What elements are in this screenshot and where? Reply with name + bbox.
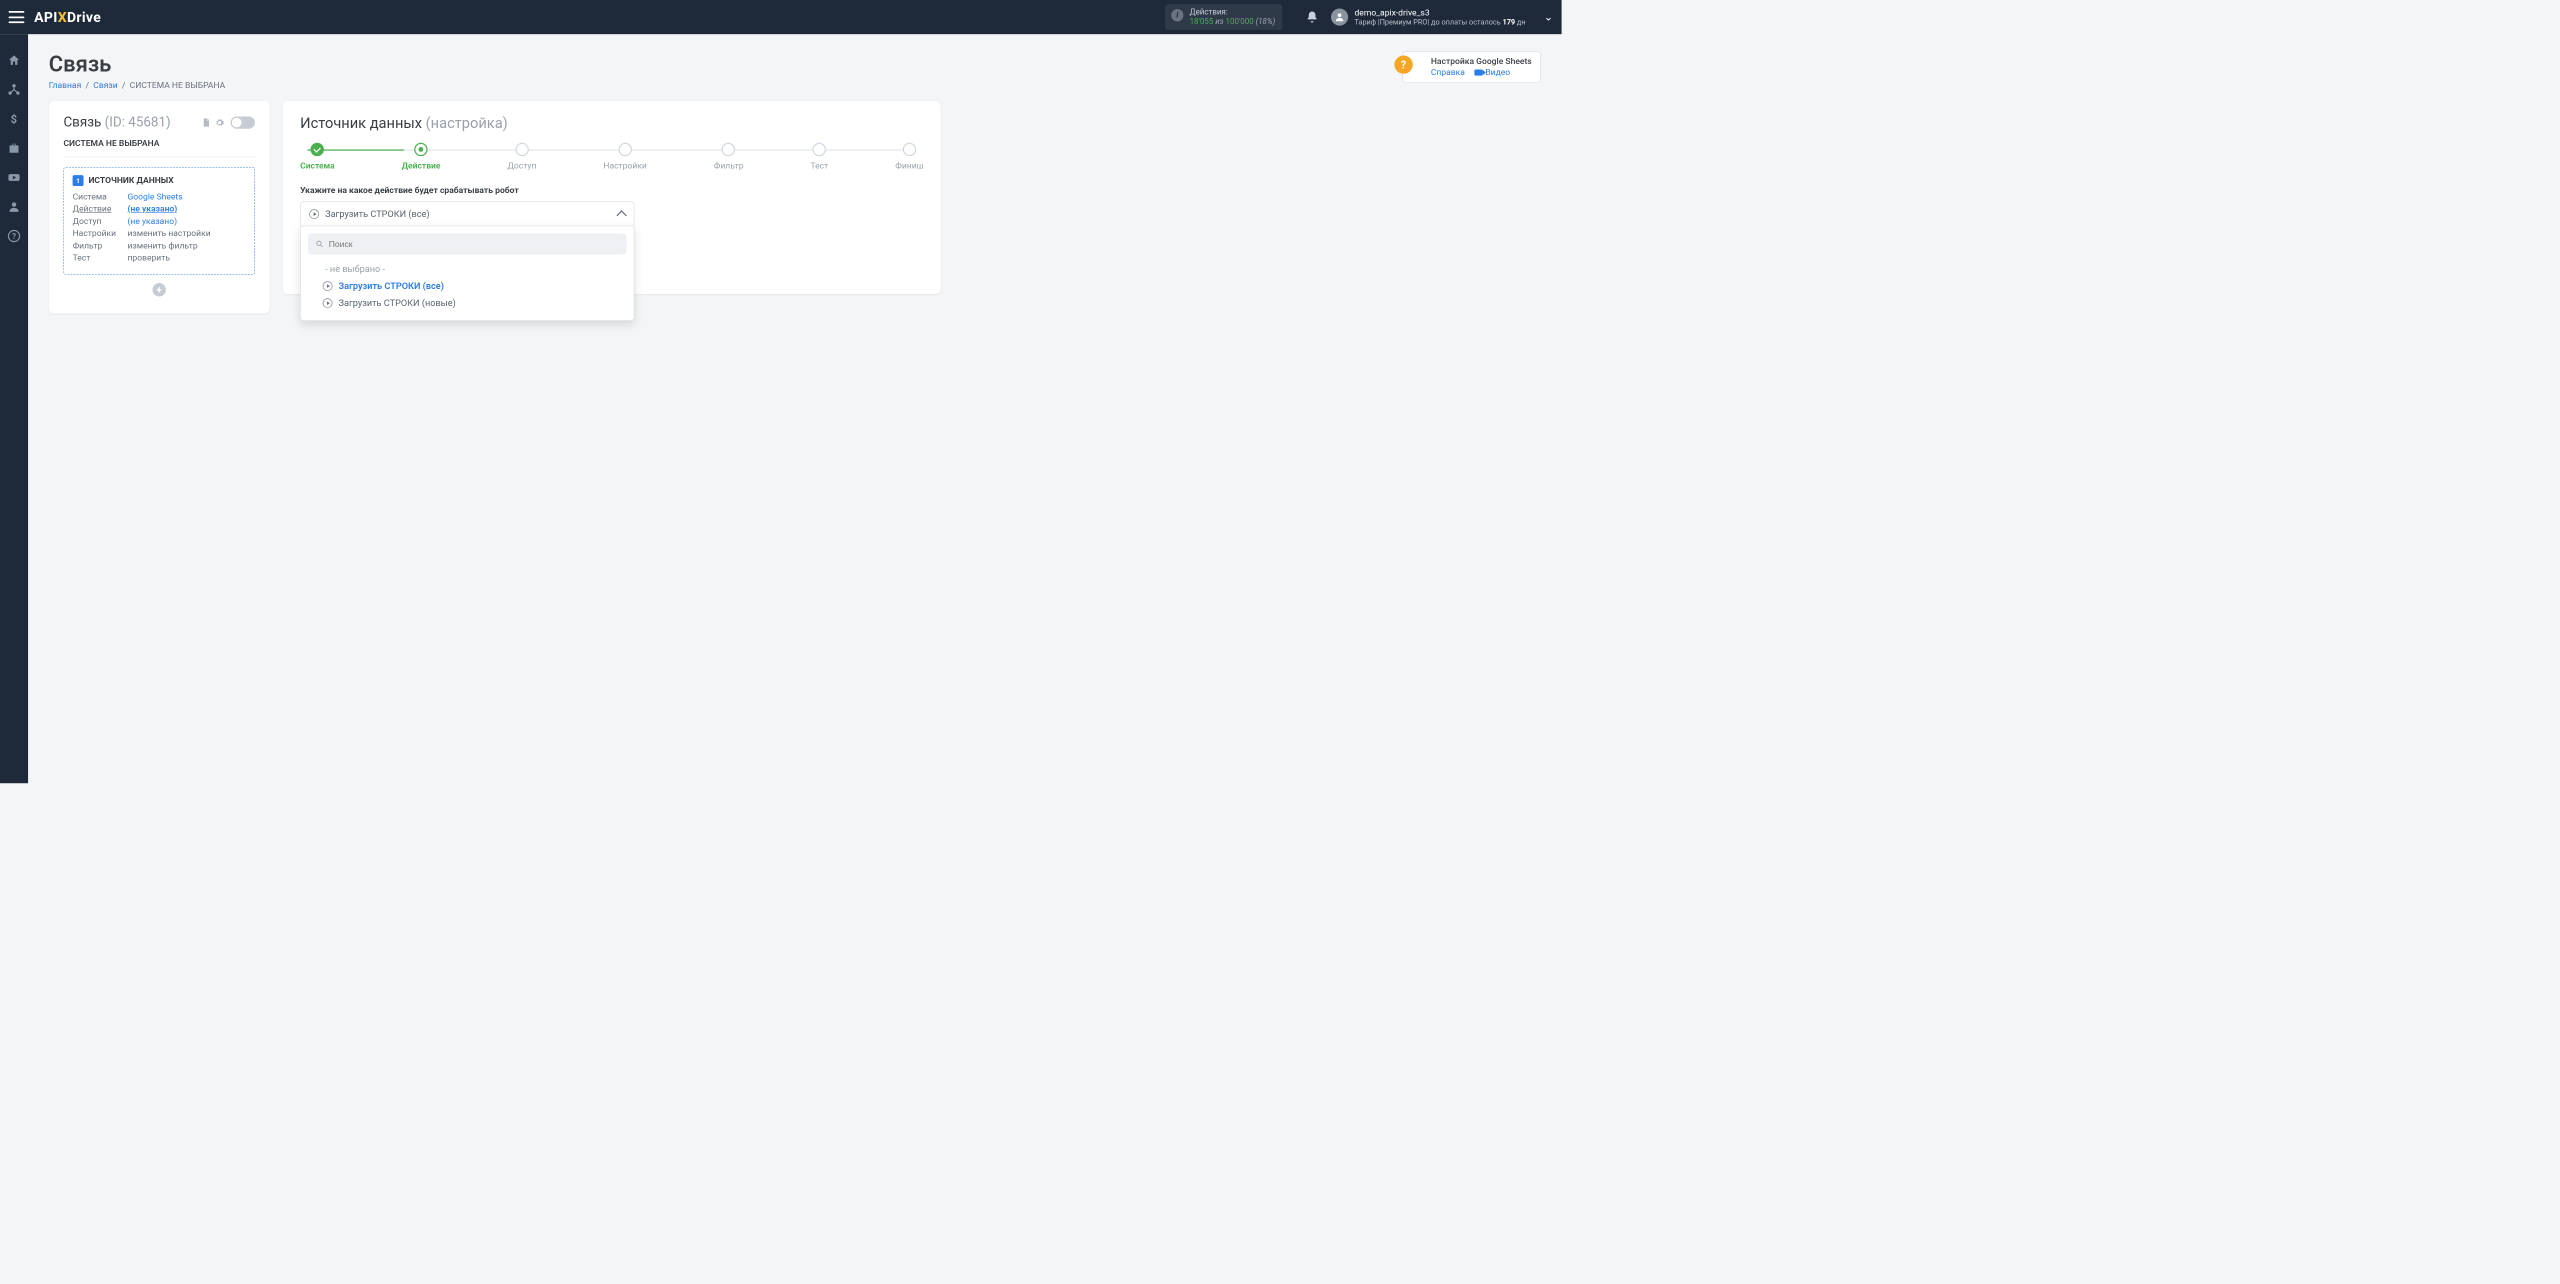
search-icon	[315, 240, 324, 249]
dollar-icon[interactable]: $	[7, 112, 20, 125]
chevron-up-icon	[616, 210, 626, 220]
row-access-k: Доступ	[73, 217, 128, 227]
breadcrumb: Главная / Связи / СИСТЕМА НЕ ВЫБРАНА	[49, 81, 225, 91]
help-video-link[interactable]: Видео	[1474, 68, 1510, 78]
video-icon	[1474, 70, 1483, 76]
connection-title: Связь (ID: 45681)	[63, 115, 170, 130]
action-dropdown: - не выбрано - Загрузить СТРОКИ (все) За…	[300, 226, 634, 321]
dropdown-search[interactable]	[308, 234, 626, 255]
help-icon[interactable]: ?	[7, 229, 20, 242]
youtube-icon[interactable]	[7, 171, 20, 184]
option-empty[interactable]: - не выбрано -	[308, 260, 626, 277]
row-system-v[interactable]: Google Sheets	[127, 192, 182, 202]
source-box: 1 ИСТОЧНИК ДАННЫХ СистемаGoogle Sheets Де…	[63, 167, 255, 274]
user-icon[interactable]	[7, 200, 20, 213]
row-settings-v[interactable]: изменить настройки	[127, 229, 210, 239]
row-system-k: Система	[73, 192, 128, 202]
home-icon[interactable]	[7, 54, 20, 67]
svg-text:?: ?	[12, 232, 16, 241]
add-button[interactable]: +	[153, 283, 166, 296]
step-finish[interactable]: Финиш	[895, 143, 923, 171]
breadcrumb-current: СИСТЕМА НЕ ВЫБРАНА	[130, 81, 226, 91]
chevron-down-icon[interactable]: ⌄	[1544, 11, 1553, 24]
topbar: APIXDrive i Действия: 18'055 из 100'000 …	[0, 0, 1562, 34]
option-load-all[interactable]: Загрузить СТРОКИ (все)	[308, 278, 626, 295]
step-action[interactable]: Действие	[402, 143, 441, 171]
enable-toggle[interactable]	[231, 116, 255, 128]
actions-numbers: 18'055 из 100'000 (18%)	[1190, 17, 1276, 26]
source-config-title: Источник данных (настройка)	[300, 115, 923, 132]
content: Связь Главная / Связи / СИСТЕМА НЕ ВЫБРА…	[28, 34, 1562, 783]
user-block[interactable]: demo_apix-drive_s3 Тариф |Премиум PRO| д…	[1354, 8, 1525, 26]
step-filter[interactable]: Фильтр	[714, 143, 744, 171]
info-icon: i	[1171, 9, 1183, 21]
row-test-k: Тест	[73, 253, 128, 263]
action-form-label: Укажите на какое действие будет срабатыв…	[300, 185, 923, 195]
step-system[interactable]: Система	[300, 143, 335, 171]
badge-1: 1	[73, 175, 84, 186]
connections-icon[interactable]	[7, 83, 20, 96]
actions-label: Действия:	[1190, 8, 1276, 17]
row-access-v[interactable]: (не указано)	[127, 217, 177, 227]
row-filter-v[interactable]: изменить фильтр	[127, 241, 197, 251]
action-select[interactable]: Загрузить СТРОКИ (все)	[300, 201, 634, 227]
step-settings[interactable]: Настройки	[603, 143, 646, 171]
logo-text-2: Drive	[67, 9, 101, 25]
step-test[interactable]: Тест	[810, 143, 828, 171]
note-icon[interactable]	[201, 117, 211, 127]
logo-accent: X	[58, 9, 67, 25]
menu-icon[interactable]	[9, 11, 25, 23]
row-action-k: Действие	[73, 204, 128, 214]
connection-subtitle: СИСТЕМА НЕ ВЫБРАНА	[63, 138, 255, 157]
connection-card: Связь (ID: 45681) СИСТЕМА НЕ ВЫБРАНА 1 ИС…	[49, 101, 270, 313]
help-card: ? Настройка Google Sheets Справка Видео	[1402, 51, 1541, 83]
row-filter-k: Фильтр	[73, 241, 128, 251]
row-action-v[interactable]: (не указано)	[127, 204, 177, 214]
play-icon	[323, 298, 333, 308]
user-name: demo_apix-drive_s3	[1354, 8, 1525, 18]
avatar-icon[interactable]	[1331, 9, 1348, 26]
option-load-new[interactable]: Загрузить СТРОКИ (новые)	[308, 295, 626, 312]
select-value: Загрузить СТРОКИ (все)	[325, 209, 429, 220]
row-settings-k: Настройки	[73, 229, 128, 239]
breadcrumb-home[interactable]: Главная	[49, 81, 81, 91]
logo[interactable]: APIXDrive	[34, 9, 101, 25]
svg-text:$: $	[11, 113, 17, 126]
breadcrumb-links[interactable]: Связи	[93, 81, 117, 91]
question-icon: ?	[1394, 56, 1412, 74]
source-header: ИСТОЧНИК ДАННЫХ	[88, 176, 173, 186]
actions-counter[interactable]: i Действия: 18'055 из 100'000 (18%)	[1165, 4, 1282, 30]
help-title: Настройка Google Sheets	[1431, 57, 1532, 67]
search-input[interactable]	[329, 239, 619, 249]
play-icon	[323, 281, 333, 291]
row-test-v[interactable]: проверить	[127, 253, 169, 263]
briefcase-icon[interactable]	[7, 142, 20, 155]
play-icon	[309, 209, 319, 219]
stepper: Система Действие Доступ Настройки Фильтр…	[300, 143, 923, 171]
gear-icon[interactable]	[215, 117, 225, 127]
help-reference-link[interactable]: Справка	[1431, 68, 1465, 78]
user-plan: Тариф |Премиум PRO| до оплаты осталось 1…	[1354, 18, 1525, 27]
logo-text: API	[34, 9, 58, 25]
bell-icon[interactable]	[1306, 10, 1319, 23]
source-config-card: Источник данных (настройка) Система Дейс…	[283, 101, 941, 294]
sidebar: $ ?	[0, 34, 28, 783]
page-title: Связь	[49, 51, 225, 77]
step-access[interactable]: Доступ	[507, 143, 536, 171]
